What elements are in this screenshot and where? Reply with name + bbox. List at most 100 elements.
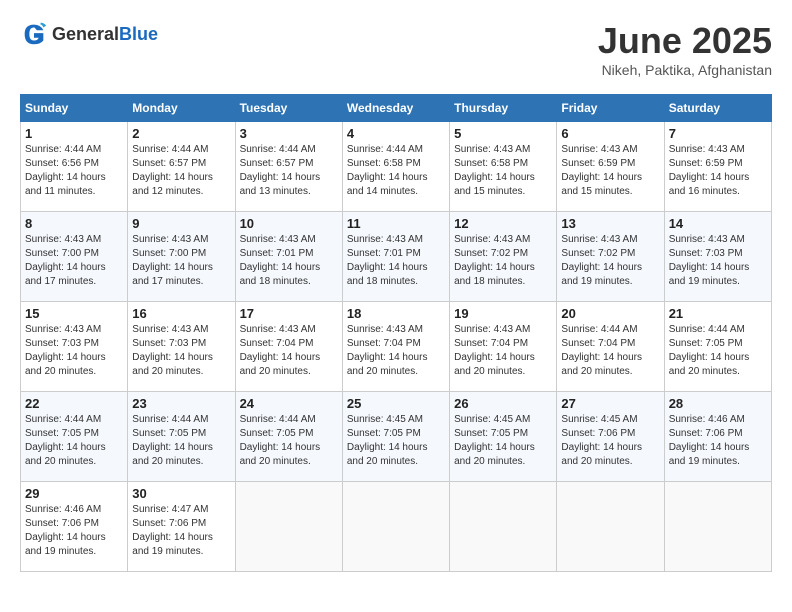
day-number: 17 [240,306,338,321]
day-info: Sunrise: 4:44 AMSunset: 7:05 PMDaylight:… [669,323,767,379]
day-number: 2 [132,126,230,141]
calendar-cell: 2Sunrise: 4:44 AMSunset: 6:57 PMDaylight… [128,122,235,212]
weekday-header-wednesday: Wednesday [342,95,449,122]
day-info: Sunrise: 4:43 AMSunset: 7:04 PMDaylight:… [347,323,445,379]
week-row-4: 22 Sunrise: 4:44 AMSunset: 7:05 PMDayligh… [21,392,772,482]
weekday-row: SundayMondayTuesdayWednesdayThursdayFrid… [21,95,772,122]
day-info: Sunrise: 4:43 AMSunset: 7:04 PMDaylight:… [240,323,338,379]
calendar-cell: 9Sunrise: 4:43 AMSunset: 7:00 PMDaylight… [128,212,235,302]
day-info: Sunrise: 4:44 AMSunset: 7:05 PMDaylight:… [132,413,230,469]
day-info: Sunrise: 4:43 AMSunset: 6:58 PMDaylight:… [454,143,552,199]
week-row-2: 8 Sunrise: 4:43 AMSunset: 7:00 PMDaylight… [21,212,772,302]
day-info: Sunrise: 4:47 AMSunset: 7:06 PMDaylight:… [132,503,230,559]
day-number: 15 [25,306,123,321]
day-number: 20 [561,306,659,321]
day-info: Sunrise: 4:43 AMSunset: 6:59 PMDaylight:… [669,143,767,199]
calendar-cell: 6 Sunrise: 4:43 AMSunset: 6:59 PMDaylight… [557,122,664,212]
weekday-header-thursday: Thursday [450,95,557,122]
day-info: Sunrise: 4:45 AMSunset: 7:06 PMDaylight:… [561,413,659,469]
day-number: 4 [347,126,445,141]
logo: GeneralBlue [20,20,158,48]
day-number: 16 [132,306,230,321]
day-number: 23 [132,396,230,411]
calendar-cell: 7 Sunrise: 4:43 AMSunset: 6:59 PMDaylight… [664,122,771,212]
calendar-cell: 11Sunrise: 4:43 AMSunset: 7:01 PMDayligh… [342,212,449,302]
week-row-3: 15 Sunrise: 4:43 AMSunset: 7:03 PMDayligh… [21,302,772,392]
day-number: 7 [669,126,767,141]
day-info: Sunrise: 4:43 AMSunset: 7:01 PMDaylight:… [240,233,338,289]
day-number: 13 [561,216,659,231]
day-info: Sunrise: 4:43 AMSunset: 7:02 PMDaylight:… [454,233,552,289]
calendar-cell [664,482,771,572]
day-info: Sunrise: 4:43 AMSunset: 7:02 PMDaylight:… [561,233,659,289]
week-row-5: 29 Sunrise: 4:46 AMSunset: 7:06 PMDayligh… [21,482,772,572]
weekday-header-monday: Monday [128,95,235,122]
week-row-1: 1 Sunrise: 4:44 AMSunset: 6:56 PMDaylight… [21,122,772,212]
weekday-header-friday: Friday [557,95,664,122]
day-info: Sunrise: 4:44 AMSunset: 7:04 PMDaylight:… [561,323,659,379]
calendar-cell: 3 Sunrise: 4:44 AMSunset: 6:57 PMDaylight… [235,122,342,212]
day-number: 3 [240,126,338,141]
weekday-header-saturday: Saturday [664,95,771,122]
day-number: 30 [132,486,230,501]
calendar-header: SundayMondayTuesdayWednesdayThursdayFrid… [21,95,772,122]
calendar-cell: 17 Sunrise: 4:43 AMSunset: 7:04 PMDayligh… [235,302,342,392]
day-info: Sunrise: 4:45 AMSunset: 7:05 PMDaylight:… [454,413,552,469]
calendar-cell: 1 Sunrise: 4:44 AMSunset: 6:56 PMDaylight… [21,122,128,212]
calendar-cell: 28Sunrise: 4:46 AMSunset: 7:06 PMDayligh… [664,392,771,482]
calendar-cell: 26 Sunrise: 4:45 AMSunset: 7:05 PMDayligh… [450,392,557,482]
day-info: Sunrise: 4:44 AMSunset: 7:05 PMDaylight:… [240,413,338,469]
day-info: Sunrise: 4:43 AMSunset: 7:04 PMDaylight:… [454,323,552,379]
day-number: 21 [669,306,767,321]
day-number: 10 [240,216,338,231]
calendar-cell: 13 Sunrise: 4:43 AMSunset: 7:02 PMDayligh… [557,212,664,302]
day-info: Sunrise: 4:44 AMSunset: 7:05 PMDaylight:… [25,413,123,469]
day-info: Sunrise: 4:43 AMSunset: 7:03 PMDaylight:… [25,323,123,379]
calendar-cell [235,482,342,572]
day-info: Sunrise: 4:46 AMSunset: 7:06 PMDaylight:… [25,503,123,559]
day-number: 19 [454,306,552,321]
calendar-cell: 19 Sunrise: 4:43 AMSunset: 7:04 PMDayligh… [450,302,557,392]
calendar-cell: 5 Sunrise: 4:43 AMSunset: 6:58 PMDaylight… [450,122,557,212]
day-number: 22 [25,396,123,411]
day-number: 8 [25,216,123,231]
calendar-cell: 29 Sunrise: 4:46 AMSunset: 7:06 PMDayligh… [21,482,128,572]
calendar-cell [342,482,449,572]
calendar-cell: 21 Sunrise: 4:44 AMSunset: 7:05 PMDayligh… [664,302,771,392]
day-info: Sunrise: 4:43 AMSunset: 7:00 PMDaylight:… [25,233,123,289]
day-info: Sunrise: 4:44 AMSunset: 6:57 PMDaylight:… [240,143,338,199]
calendar-cell: 12 Sunrise: 4:43 AMSunset: 7:02 PMDayligh… [450,212,557,302]
day-number: 6 [561,126,659,141]
logo-text: GeneralBlue [52,24,158,45]
calendar-cell: 10 Sunrise: 4:43 AMSunset: 7:01 PMDayligh… [235,212,342,302]
day-number: 26 [454,396,552,411]
weekday-header-tuesday: Tuesday [235,95,342,122]
day-number: 5 [454,126,552,141]
calendar-cell: 4 Sunrise: 4:44 AMSunset: 6:58 PMDaylight… [342,122,449,212]
day-number: 24 [240,396,338,411]
day-number: 14 [669,216,767,231]
calendar-cell: 16 Sunrise: 4:43 AMSunset: 7:03 PMDayligh… [128,302,235,392]
day-info: Sunrise: 4:44 AMSunset: 6:56 PMDaylight:… [25,143,123,199]
calendar-cell: 23 Sunrise: 4:44 AMSunset: 7:05 PMDayligh… [128,392,235,482]
subtitle: Nikeh, Paktika, Afghanistan [598,62,772,78]
weekday-header-sunday: Sunday [21,95,128,122]
day-info: Sunrise: 4:43 AMSunset: 6:59 PMDaylight:… [561,143,659,199]
day-number: 27 [561,396,659,411]
calendar-table: SundayMondayTuesdayWednesdayThursdayFrid… [20,94,772,572]
calendar-cell: 8 Sunrise: 4:43 AMSunset: 7:00 PMDaylight… [21,212,128,302]
main-title: June 2025 [598,20,772,62]
day-number: 29 [25,486,123,501]
day-number: 1 [25,126,123,141]
day-number: 28 [669,396,767,411]
calendar-cell: 24 Sunrise: 4:44 AMSunset: 7:05 PMDayligh… [235,392,342,482]
calendar-cell: 14Sunrise: 4:43 AMSunset: 7:03 PMDayligh… [664,212,771,302]
day-number: 9 [132,216,230,231]
day-number: 18 [347,306,445,321]
day-number: 11 [347,216,445,231]
calendar-cell: 27 Sunrise: 4:45 AMSunset: 7:06 PMDayligh… [557,392,664,482]
day-number: 12 [454,216,552,231]
day-info: Sunrise: 4:44 AMSunset: 6:58 PMDaylight:… [347,143,445,199]
day-info: Sunrise: 4:43 AMSunset: 7:03 PMDaylight:… [132,323,230,379]
calendar-cell: 15 Sunrise: 4:43 AMSunset: 7:03 PMDayligh… [21,302,128,392]
